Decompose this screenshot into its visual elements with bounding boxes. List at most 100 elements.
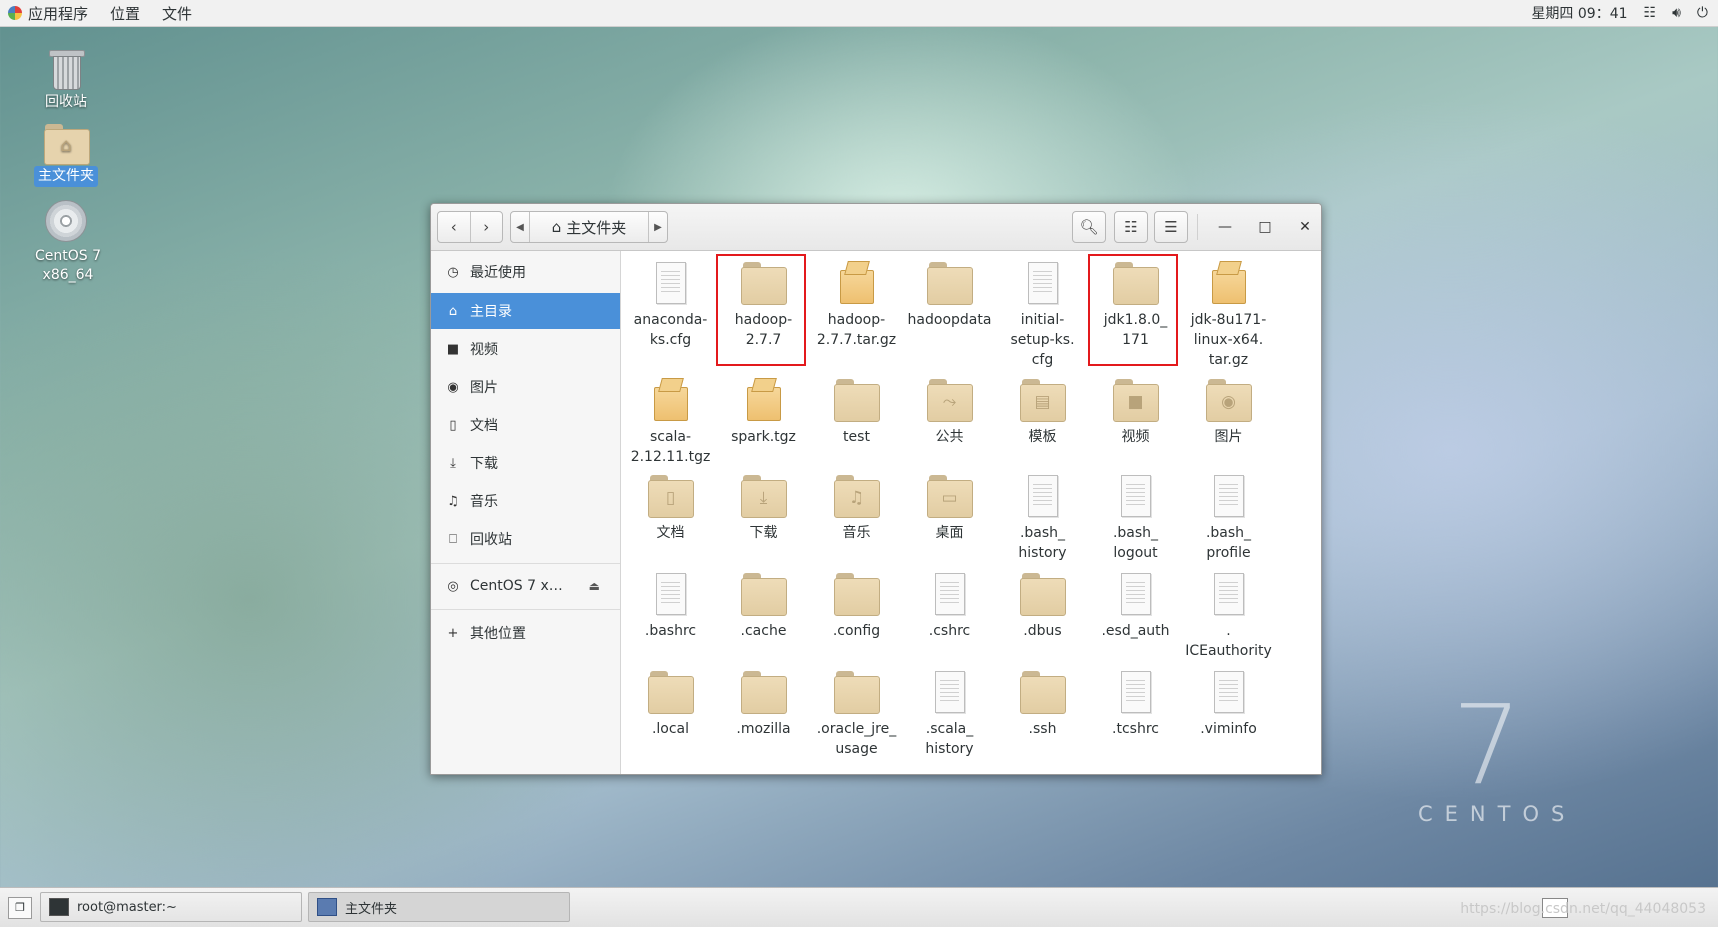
video-icon: ■ xyxy=(446,341,460,357)
folder-icon: ♫ xyxy=(833,473,880,519)
file-item[interactable]: .scala_ history xyxy=(903,669,996,759)
network-icon[interactable]: ☷ xyxy=(1644,5,1657,21)
highlight-box xyxy=(1088,254,1178,366)
sidebar-item-documents[interactable]: ▯ 文档 xyxy=(431,407,620,443)
file-item[interactable]: ▭ 桌面 xyxy=(903,473,996,543)
taskbar-files[interactable]: 主文件夹 xyxy=(308,892,570,922)
folder-icon xyxy=(833,377,880,423)
file-item[interactable]: .viminfo xyxy=(1182,669,1275,739)
file-item[interactable]: . ICEauthority xyxy=(1182,571,1275,661)
file-item[interactable]: .bash_ profile xyxy=(1182,473,1275,563)
menu-button[interactable]: ☰ xyxy=(1154,211,1188,243)
path-scroll-left-icon[interactable]: ◀ xyxy=(511,222,529,233)
file-item[interactable]: ♫ 音乐 xyxy=(810,473,903,543)
file-item[interactable]: .bash_ history xyxy=(996,473,1089,563)
sidebar: ◷ 最近使用 ⌂ 主目录 ■ 视频 ◉ 图片 ▯ 文档 ⤓ 下载 ♫ 音乐 ⎕ xyxy=(431,251,621,774)
chevron-right-icon: › xyxy=(483,218,490,236)
text-file-icon xyxy=(648,260,694,306)
file-item[interactable]: .local xyxy=(624,669,717,739)
file-item[interactable]: .dbus xyxy=(996,571,1089,641)
top-right-status: 星期四 09：41 ☷ 🔊︎ ⏻ xyxy=(1531,0,1708,26)
folder-icon xyxy=(833,669,880,715)
forward-button[interactable]: › xyxy=(469,212,503,242)
menu-files[interactable]: 文件 xyxy=(162,3,192,24)
file-item[interactable]: ▯ 文档 xyxy=(624,473,717,543)
desktop-trash[interactable]: 回收站 xyxy=(26,46,106,113)
eject-icon[interactable]: ⏏ xyxy=(589,579,600,593)
taskbar: ❐ root@master:~ 主文件夹 https://blog.csdn.n… xyxy=(0,887,1718,927)
plus-icon: + xyxy=(447,625,459,641)
terminal-icon xyxy=(49,898,69,916)
trash-icon xyxy=(49,46,85,90)
file-item[interactable]: .cache xyxy=(717,571,810,641)
sidebar-item-label: 音乐 xyxy=(470,494,498,510)
file-item[interactable]: jdk-8u171- linux-x64. tar.gz xyxy=(1182,260,1275,370)
path-scroll-right-icon[interactable]: ▶ xyxy=(649,222,667,233)
file-item[interactable]: .oracle_jre_ usage xyxy=(810,669,903,759)
file-item[interactable]: ⤳ 公共 xyxy=(903,377,996,447)
file-item[interactable]: ⤓ 下载 xyxy=(717,473,810,543)
sidebar-item-other-locations[interactable]: + 其他位置 xyxy=(431,615,620,651)
power-icon[interactable]: ⏻ xyxy=(1697,5,1708,21)
sidebar-item-music[interactable]: ♫ 音乐 xyxy=(431,483,620,519)
file-item[interactable]: hadoop- 2.7.7.tar.gz xyxy=(810,260,903,350)
list-view-icon: ☷ xyxy=(1124,218,1138,236)
file-item[interactable]: .bash_ logout xyxy=(1089,473,1182,563)
desktop-home[interactable]: ⌂ 主文件夹 xyxy=(26,124,106,187)
text-file-icon xyxy=(1113,571,1159,617)
file-item-label: . ICEauthority xyxy=(1185,623,1272,659)
file-item[interactable]: anaconda- ks.cfg xyxy=(624,260,717,350)
file-item[interactable]: .ssh xyxy=(996,669,1089,739)
file-item[interactable]: .bashrc xyxy=(624,571,717,641)
top-menu: 应用程序 位置 文件 xyxy=(0,0,214,26)
file-item[interactable]: .mozilla xyxy=(717,669,810,739)
minimize-button[interactable]: — xyxy=(1209,211,1241,243)
sidebar-item-centos-disc[interactable]: ◎ CentOS 7 x… ⏏ xyxy=(431,568,620,604)
file-item[interactable]: .cshrc xyxy=(903,571,996,641)
sidebar-item-trash[interactable]: ⎕ 回收站 xyxy=(431,521,620,557)
file-item[interactable]: hadoopdata xyxy=(903,260,996,330)
file-item-label: jdk-8u171- linux-x64. tar.gz xyxy=(1190,312,1267,368)
file-item[interactable]: .esd_auth xyxy=(1089,571,1182,641)
file-item[interactable]: ◉ 图片 xyxy=(1182,377,1275,447)
view-toggle-button[interactable]: ☷ xyxy=(1114,211,1148,243)
close-button[interactable]: ✕ xyxy=(1289,211,1321,243)
volume-icon[interactable]: 🔊︎ xyxy=(1672,5,1681,21)
sidebar-item-home[interactable]: ⌂ 主目录 xyxy=(431,293,620,329)
header-bar: ‹ › ◀ ⌂ 主文件夹 ▶ 🔍︎ ☷ ☰ — □ ✕ xyxy=(431,204,1321,251)
file-item[interactable]: .tcshrc xyxy=(1089,669,1182,739)
sidebar-item-pictures[interactable]: ◉ 图片 xyxy=(431,369,620,405)
show-desktop-icon: ❐ xyxy=(15,901,25,914)
sidebar-item-label: 回收站 xyxy=(470,532,512,548)
file-item-label: .config xyxy=(832,623,881,639)
show-desktop-button[interactable]: ❐ xyxy=(8,897,32,919)
desktop-dvd[interactable]: CentOS 7 x86_64 xyxy=(26,200,106,286)
sidebar-item-videos[interactable]: ■ 视频 xyxy=(431,331,620,367)
taskbar-terminal[interactable]: root@master:~ xyxy=(40,892,302,922)
file-item[interactable]: spark.tgz xyxy=(717,377,810,447)
folder-icon xyxy=(740,571,787,617)
file-item-label: .oracle_jre_ usage xyxy=(816,721,897,757)
text-file-icon xyxy=(1206,571,1252,617)
apps-icon[interactable] xyxy=(8,6,22,20)
file-manager-window: ‹ › ◀ ⌂ 主文件夹 ▶ 🔍︎ ☷ ☰ — □ ✕ ◷ 最近使用 ⌂ 主目录… xyxy=(430,203,1322,775)
file-item[interactable]: .config xyxy=(810,571,903,641)
camera-icon: ◉ xyxy=(447,379,459,395)
file-item-label: .cache xyxy=(740,623,787,639)
trash-icon: ⎕ xyxy=(449,531,457,547)
file-item[interactable]: scala- 2.12.11.tgz xyxy=(624,377,717,467)
path-crumb-home[interactable]: ⌂ 主文件夹 xyxy=(529,212,649,242)
file-item[interactable]: initial- setup-ks. cfg xyxy=(996,260,1089,370)
file-item[interactable]: ▤ 模板 xyxy=(996,377,1089,447)
file-item-label: 音乐 xyxy=(842,525,871,541)
file-item[interactable]: ■ 视频 xyxy=(1089,377,1182,447)
sidebar-item-recent[interactable]: ◷ 最近使用 xyxy=(431,254,620,290)
file-item[interactable]: test xyxy=(810,377,903,447)
sidebar-item-downloads[interactable]: ⤓ 下载 xyxy=(431,445,620,481)
back-button[interactable]: ‹ xyxy=(438,212,470,242)
search-button[interactable]: 🔍︎ xyxy=(1072,211,1106,243)
maximize-button[interactable]: □ xyxy=(1249,211,1281,243)
menu-applications[interactable]: 应用程序 xyxy=(28,3,88,24)
clock[interactable]: 星期四 09：41 xyxy=(1531,3,1627,23)
menu-places[interactable]: 位置 xyxy=(110,3,140,24)
